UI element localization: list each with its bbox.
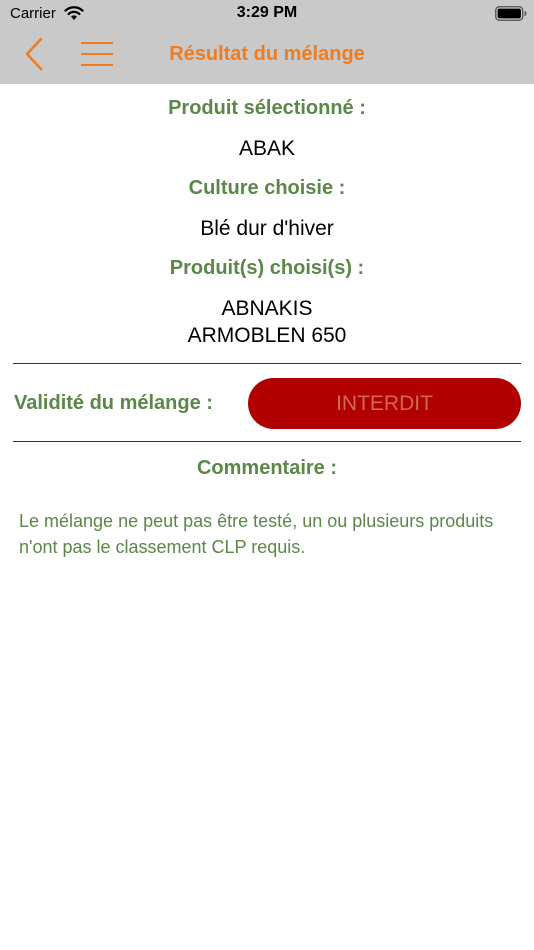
culture-label: Culture choisie : xyxy=(188,177,346,199)
app-header: Carrier 3:29 PM Résultat du mélange xyxy=(0,0,534,84)
product-value: ABAK xyxy=(238,137,296,160)
comment-text: Le mélange ne peut pas être testé, un ou… xyxy=(19,511,494,557)
validity-status-badge: INTERDIT xyxy=(248,378,521,429)
chosen-product-item: ABNAKIS xyxy=(221,297,313,320)
status-bar: Carrier 3:29 PM xyxy=(0,0,534,28)
divider xyxy=(13,441,521,442)
comment-label: Commentaire : xyxy=(196,457,338,479)
validity-label: Validité du mélange : xyxy=(14,392,213,414)
chosen-products-label: Produit(s) choisi(s) : xyxy=(169,257,365,279)
navigation-bar: Résultat du mélange xyxy=(0,28,534,84)
status-time: 3:29 PM xyxy=(236,4,298,21)
battery-icon xyxy=(495,6,527,21)
culture-value: Blé dur d'hiver xyxy=(200,217,334,240)
divider xyxy=(13,363,521,364)
page-title: Résultat du mélange xyxy=(169,43,365,65)
chosen-product-item: ARMOBLEN 650 xyxy=(187,324,347,347)
product-label: Produit sélectionné : xyxy=(168,97,366,119)
